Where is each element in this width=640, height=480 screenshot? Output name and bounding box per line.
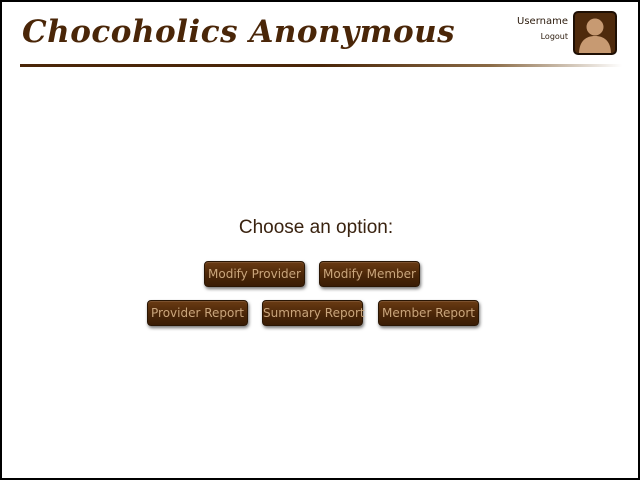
- options-prompt: Choose an option:: [238, 217, 394, 238]
- modify-member-button[interactable]: Modify Member: [319, 261, 420, 287]
- username-label: Username: [517, 16, 568, 27]
- user-info: Username Logout: [517, 15, 568, 43]
- member-report-button[interactable]: Member Report: [378, 300, 479, 326]
- summary-report-button[interactable]: Summary Report: [262, 300, 365, 326]
- header-divider: [20, 64, 622, 67]
- user-silhouette-icon: [579, 18, 611, 53]
- modify-provider-button[interactable]: Modify Provider: [204, 261, 305, 287]
- app-title: Chocoholics Anonymous: [22, 14, 456, 50]
- app-window: Chocoholics Anonymous Username Logout Ch…: [0, 0, 640, 480]
- provider-report-button[interactable]: Provider Report: [147, 300, 248, 326]
- logout-link[interactable]: Logout: [517, 31, 568, 43]
- avatar[interactable]: [573, 11, 617, 55]
